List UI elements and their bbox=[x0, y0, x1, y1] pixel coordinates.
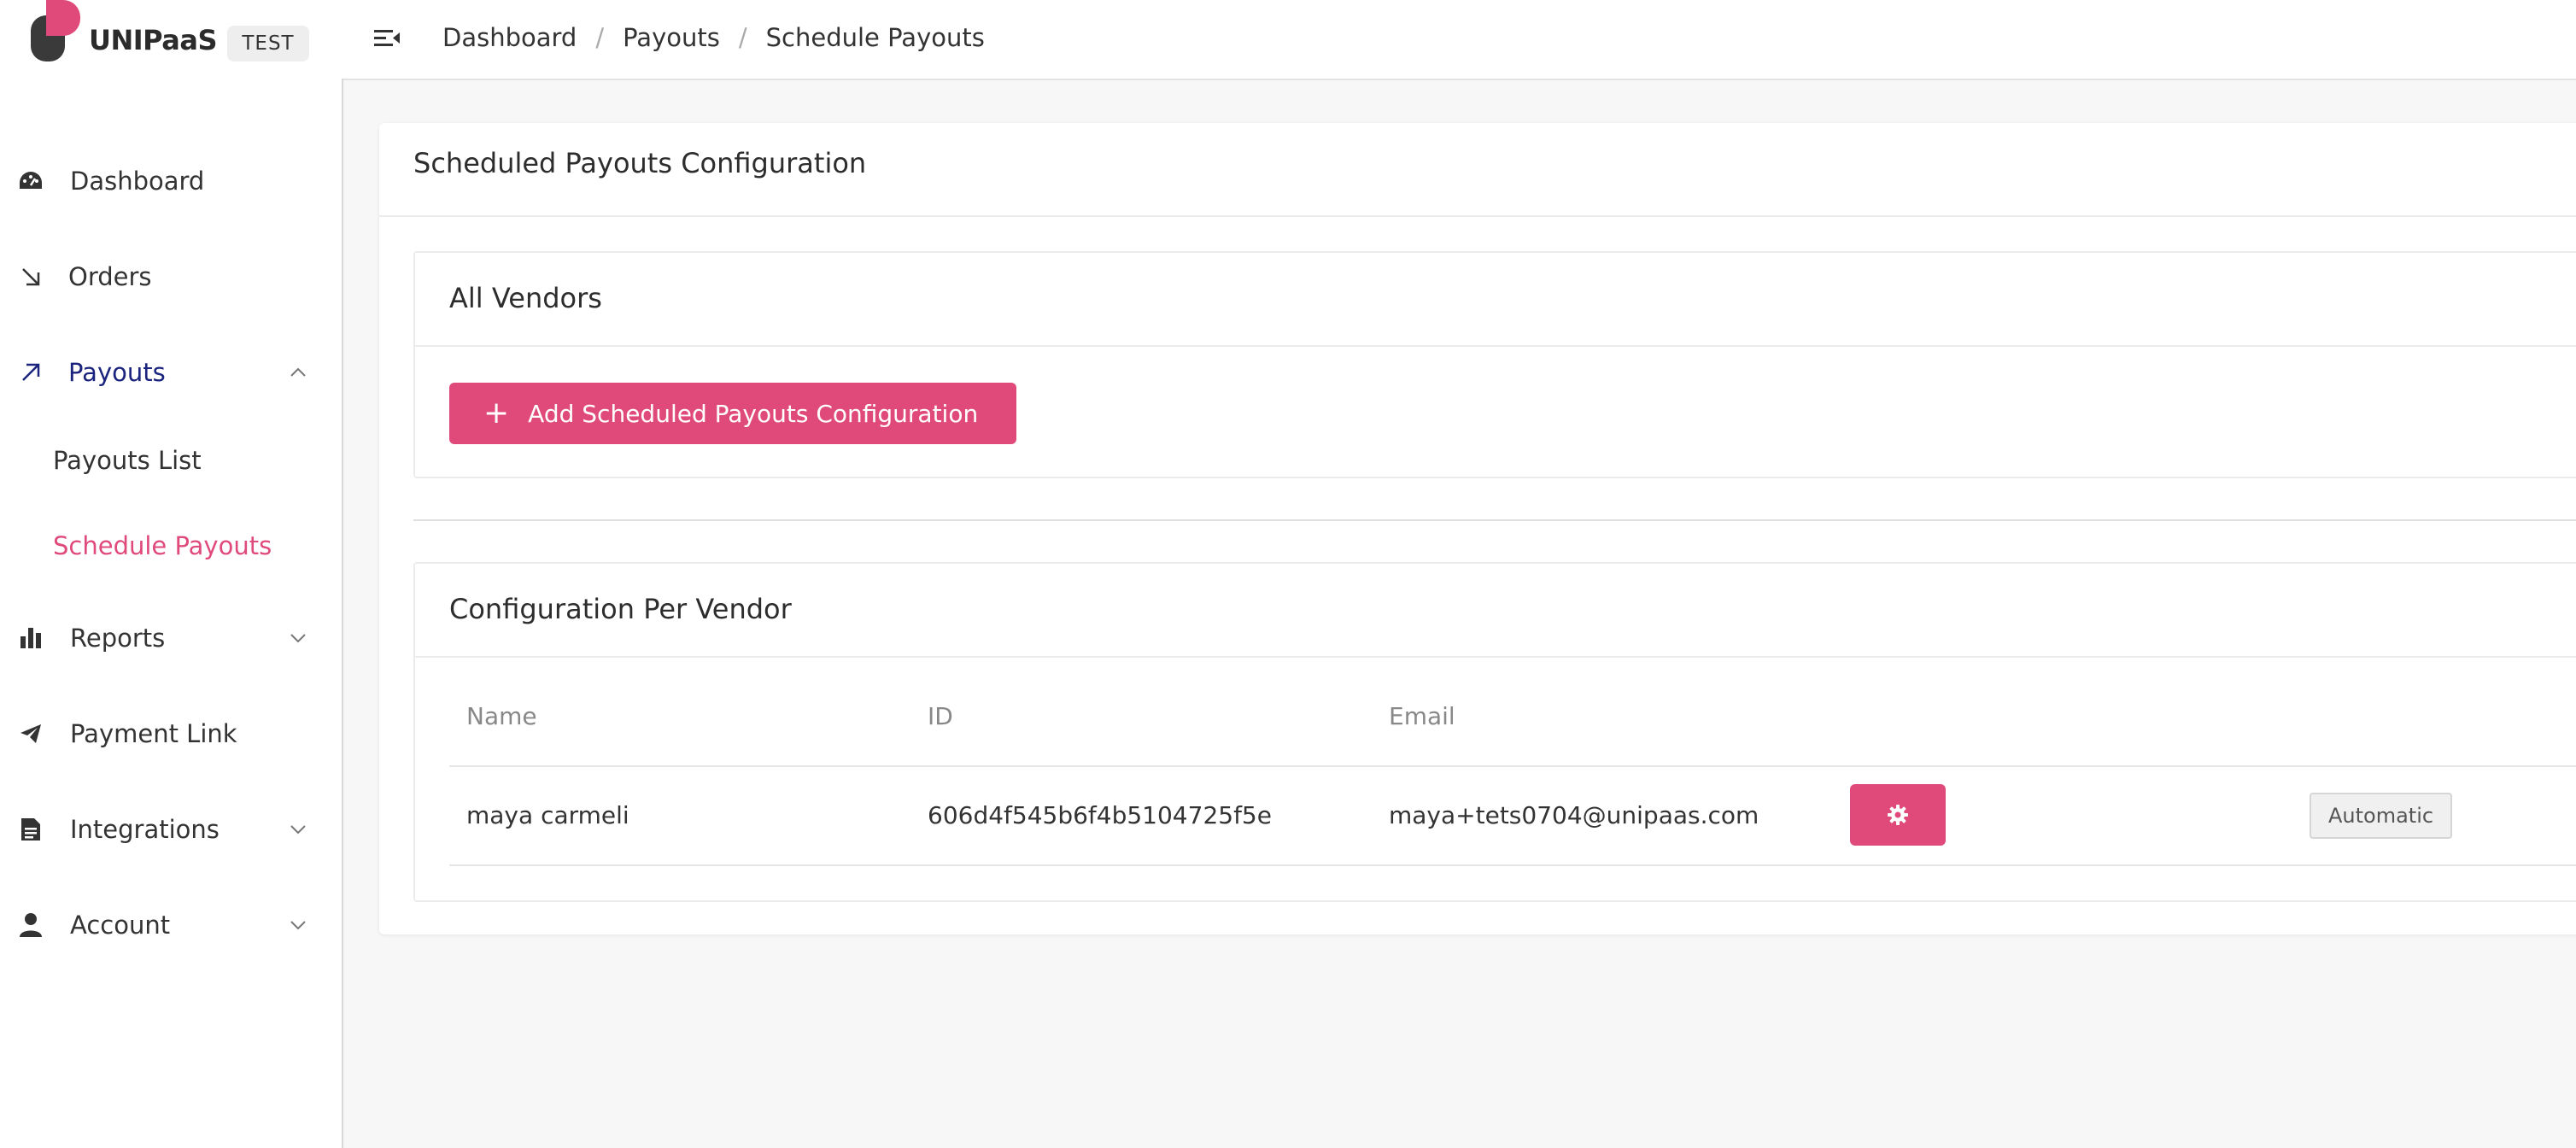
vendor-settings-button[interactable] bbox=[1850, 784, 1946, 846]
scheduled-payouts-card: Scheduled Payouts Configuration All Vend… bbox=[379, 123, 2576, 934]
sidebar-item-label: Payment Link bbox=[70, 719, 237, 748]
arrow-up-right-icon bbox=[15, 357, 46, 388]
chevron-down-icon bbox=[290, 825, 306, 835]
per-vendor-title: Configuration Per Vendor bbox=[449, 593, 792, 625]
divider bbox=[379, 215, 2576, 217]
chevron-down-icon bbox=[290, 921, 306, 930]
chevron-up-icon bbox=[290, 367, 306, 377]
dashboard-gauge-icon bbox=[15, 166, 46, 196]
vendor-name: maya carmeli bbox=[466, 801, 629, 829]
sidebar-item-label: Reports bbox=[70, 624, 166, 653]
sidebar-item-label: Account bbox=[70, 911, 171, 940]
sidebar-item-payment-link[interactable]: Payment Link bbox=[0, 700, 340, 768]
breadcrumb-separator: / bbox=[595, 23, 605, 52]
gear-icon bbox=[1888, 805, 1908, 825]
column-header-id: ID bbox=[928, 702, 953, 730]
sidebar-item-payouts[interactable]: Payouts bbox=[0, 338, 340, 407]
all-vendors-panel: All Vendors + Add Scheduled Payouts Conf… bbox=[413, 251, 2576, 478]
column-header-name: Name bbox=[466, 702, 537, 730]
top-bar: Dashboard / Payouts / Schedule Payouts bbox=[342, 0, 2576, 80]
section-divider bbox=[413, 519, 2576, 521]
document-icon bbox=[15, 814, 46, 845]
chevron-down-icon bbox=[290, 634, 306, 643]
column-header-email: Email bbox=[1389, 702, 1455, 730]
row-divider bbox=[449, 864, 2576, 866]
sidebar-item-label: Dashboard bbox=[70, 167, 205, 196]
divider bbox=[415, 656, 2576, 658]
sidebar-item-reports[interactable]: Reports bbox=[0, 604, 340, 672]
menu-collapse-icon[interactable] bbox=[372, 24, 401, 53]
payout-mode-badge: Automatic bbox=[2310, 793, 2453, 839]
sidebar-subitem-payouts-list[interactable]: Payouts List bbox=[53, 446, 202, 475]
table-header: Name ID Email bbox=[449, 702, 2576, 736]
all-vendors-title: All Vendors bbox=[449, 282, 602, 314]
sidebar-item-label: Payouts bbox=[68, 358, 166, 387]
unipaas-logo-icon bbox=[31, 0, 80, 62]
sidebar-item-dashboard[interactable]: Dashboard bbox=[0, 147, 340, 215]
sidebar: Dashboard Orders Payouts Payouts List Sc… bbox=[0, 79, 343, 1148]
table-row: maya carmeli 606d4f545b6f4b5104725f5e ma… bbox=[449, 767, 2576, 864]
breadcrumb: Dashboard / Payouts / Schedule Payouts bbox=[442, 19, 985, 56]
brand-area: UNIPaaS TEST bbox=[0, 0, 342, 79]
vendor-email: maya+tets0704@unipaas.com bbox=[1389, 801, 1759, 829]
breadcrumb-separator: / bbox=[738, 23, 747, 52]
breadcrumb-schedule-payouts: Schedule Payouts bbox=[765, 23, 985, 52]
bar-chart-icon bbox=[15, 623, 46, 653]
paper-plane-icon bbox=[15, 718, 46, 749]
sidebar-item-integrations[interactable]: Integrations bbox=[0, 795, 340, 864]
add-button-label: Add Scheduled Payouts Configuration bbox=[528, 399, 979, 428]
sidebar-item-label: Integrations bbox=[70, 815, 220, 844]
brand-name: UNIPaaS bbox=[89, 24, 218, 56]
breadcrumb-dashboard[interactable]: Dashboard bbox=[442, 23, 577, 52]
sidebar-item-label: Orders bbox=[68, 262, 152, 291]
sidebar-item-orders[interactable]: Orders bbox=[0, 243, 340, 311]
add-scheduled-payouts-configuration-button[interactable]: + Add Scheduled Payouts Configuration bbox=[449, 383, 1016, 444]
sidebar-item-account[interactable]: Account bbox=[0, 891, 340, 959]
sidebar-subitem-schedule-payouts[interactable]: Schedule Payouts bbox=[53, 531, 272, 560]
breadcrumb-payouts[interactable]: Payouts bbox=[623, 23, 720, 52]
per-vendor-panel: Configuration Per Vendor Name ID Email m… bbox=[413, 562, 2576, 902]
plus-icon: + bbox=[483, 395, 510, 430]
page-title: Scheduled Payouts Configuration bbox=[413, 147, 867, 179]
environment-badge: TEST bbox=[227, 26, 309, 62]
arrow-down-right-icon bbox=[15, 261, 46, 292]
vendor-id: 606d4f545b6f4b5104725f5e bbox=[928, 801, 1272, 829]
user-icon bbox=[15, 910, 46, 940]
divider bbox=[415, 345, 2576, 347]
